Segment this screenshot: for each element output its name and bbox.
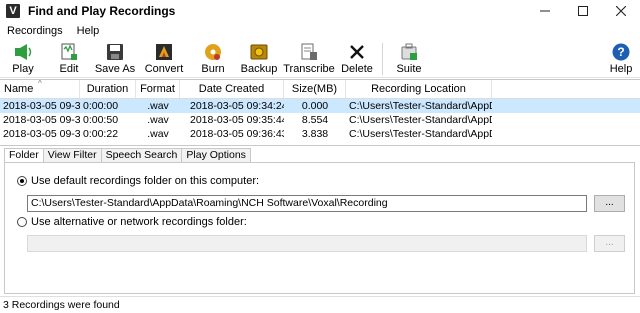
toolbar: Play Edit Save As Convert Burn Backup Tr… xyxy=(0,40,640,78)
transcribe-label: Transcribe xyxy=(283,63,335,75)
recordings-list[interactable]: Name ^ Duration Format Date Created Size… xyxy=(0,79,640,146)
svg-text:?: ? xyxy=(617,45,624,59)
window-title: Find and Play Recordings xyxy=(28,4,176,18)
cell-location: C:\Users\Tester-Standard\AppDat... xyxy=(349,114,492,126)
edit-button[interactable]: Edit xyxy=(46,40,92,78)
cell-name: 2018-03-05 09-3... xyxy=(3,100,80,112)
backup-safe-icon xyxy=(249,42,269,62)
tab-speech-search[interactable]: Speech Search xyxy=(100,148,183,162)
default-folder-path-field[interactable]: C:\Users\Tester-Standard\AppData\Roaming… xyxy=(27,195,587,212)
tab-strip: Folder View Filter Speech Search Play Op… xyxy=(4,148,251,163)
column-header-size[interactable]: Size(MB) xyxy=(284,80,346,98)
cell-location: C:\Users\Tester-Standard\AppDat... xyxy=(349,100,492,112)
help-label: Help xyxy=(609,63,633,75)
default-folder-radio[interactable] xyxy=(17,176,27,186)
cell-size: 0.000 xyxy=(301,100,329,112)
save-as-button[interactable]: Save As xyxy=(92,40,138,78)
edit-label: Edit xyxy=(59,63,79,75)
folder-panel: Use default recordings folder on this co… xyxy=(4,162,635,294)
play-label: Play xyxy=(12,63,34,75)
cell-date: 2018-03-05 09:36:43 xyxy=(190,128,284,140)
alt-folder-option[interactable]: Use alternative or network recordings fo… xyxy=(17,216,247,228)
cell-size: 3.838 xyxy=(301,128,329,140)
backup-label: Backup xyxy=(240,63,278,75)
column-header-label: Name xyxy=(4,83,34,95)
column-header-date-created[interactable]: Date Created xyxy=(180,80,284,98)
alt-folder-path-field[interactable] xyxy=(27,235,587,252)
suite-button[interactable]: Suite xyxy=(387,40,431,78)
status-bar: 3 Recordings were found xyxy=(0,296,640,313)
transcribe-icon xyxy=(299,42,319,62)
tab-folder[interactable]: Folder xyxy=(4,148,44,163)
minimize-icon[interactable] xyxy=(526,0,564,22)
help-button[interactable]: ? Help xyxy=(602,40,640,78)
convert-button[interactable]: Convert xyxy=(138,40,190,78)
cell-format: .wav xyxy=(147,128,169,140)
cell-duration: 0:00:50 xyxy=(83,114,119,126)
burn-disc-icon xyxy=(203,42,223,62)
alt-folder-browse-button[interactable]: ... xyxy=(594,235,625,252)
table-row[interactable]: 2018-03-05 09-3... 0:00:50 .wav 2018-03-… xyxy=(0,113,640,127)
menu-bar: Recordings Help xyxy=(0,22,640,40)
table-row[interactable]: 2018-03-05 09-3... 0:00:00 .wav 2018-03-… xyxy=(0,99,640,113)
table-row[interactable]: 2018-03-05 09-3... 0:00:22 .wav 2018-03-… xyxy=(0,127,640,141)
menu-recordings[interactable]: Recordings xyxy=(0,25,70,37)
column-header-name[interactable]: Name ^ xyxy=(0,80,80,98)
delete-icon xyxy=(347,42,367,62)
edit-icon xyxy=(59,42,79,62)
save-icon xyxy=(105,42,125,62)
alt-folder-label: Use alternative or network recordings fo… xyxy=(31,216,247,228)
cell-location: C:\Users\Tester-Standard\AppDat... xyxy=(349,128,492,140)
app-logo-icon: V xyxy=(6,4,20,18)
cell-date: 2018-03-05 09:35:44 xyxy=(190,114,284,126)
tab-play-options[interactable]: Play Options xyxy=(181,148,251,162)
backup-button[interactable]: Backup xyxy=(236,40,282,78)
cell-name: 2018-03-05 09-3... xyxy=(3,128,80,140)
play-icon xyxy=(13,42,33,62)
play-button[interactable]: Play xyxy=(0,40,46,78)
maximize-icon[interactable] xyxy=(564,0,602,22)
column-header-format[interactable]: Format xyxy=(136,80,180,98)
cell-name: 2018-03-05 09-3... xyxy=(3,114,80,126)
transcribe-button[interactable]: Transcribe xyxy=(282,40,336,78)
cell-duration: 0:00:00 xyxy=(83,100,119,112)
delete-label: Delete xyxy=(341,63,373,75)
default-folder-option[interactable]: Use default recordings folder on this co… xyxy=(17,175,259,187)
close-icon[interactable] xyxy=(602,0,640,22)
burn-label: Burn xyxy=(201,63,225,75)
column-header-filler xyxy=(492,80,640,98)
burn-button[interactable]: Burn xyxy=(190,40,236,78)
sort-ascending-icon: ^ xyxy=(38,80,42,88)
menu-help[interactable]: Help xyxy=(70,25,107,37)
cell-date: 2018-03-05 09:34:24 xyxy=(190,100,284,112)
save-as-label: Save As xyxy=(94,63,136,75)
list-header: Name ^ Duration Format Date Created Size… xyxy=(0,80,640,99)
convert-label: Convert xyxy=(144,63,184,75)
suite-label: Suite xyxy=(396,63,422,75)
help-icon: ? xyxy=(611,42,631,62)
convert-icon xyxy=(154,42,174,62)
delete-button[interactable]: Delete xyxy=(336,40,378,78)
column-header-location[interactable]: Recording Location xyxy=(346,80,492,98)
default-folder-browse-button[interactable]: ... xyxy=(594,195,625,212)
column-header-duration[interactable]: Duration xyxy=(80,80,136,98)
tab-view-filter[interactable]: View Filter xyxy=(42,148,102,162)
alt-folder-radio[interactable] xyxy=(17,217,27,227)
cell-duration: 0:00:22 xyxy=(83,128,119,140)
cell-size: 8.554 xyxy=(301,114,329,126)
default-folder-label: Use default recordings folder on this co… xyxy=(31,175,260,187)
cell-format: .wav xyxy=(147,100,169,112)
window-controls xyxy=(526,0,640,22)
title-bar: V Find and Play Recordings xyxy=(0,0,640,22)
cell-format: .wav xyxy=(147,114,169,126)
suite-icon xyxy=(399,42,419,62)
toolbar-separator xyxy=(382,43,383,75)
